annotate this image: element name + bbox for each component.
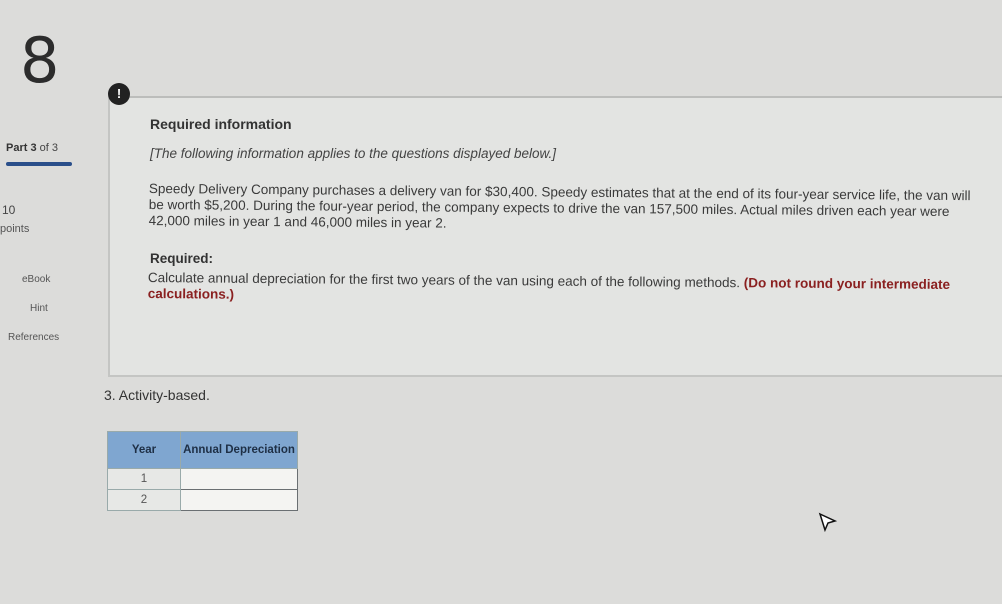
points-value: 10 [2,203,16,217]
part-indicator: Part 3 of 3 [6,142,58,154]
ebook-link[interactable]: eBook [22,274,50,285]
hint-link[interactable]: Hint [30,303,48,314]
part-label: Part [6,142,28,154]
references-link[interactable]: References [8,332,59,343]
mouse-cursor-icon [818,512,838,532]
required-info-title: Required information [150,116,292,132]
sidebar: 8 Part 3 of 3 10 points eBook Hint Refer… [0,0,92,604]
part-value: 3 [30,142,37,154]
year-column-header: Year [107,431,181,469]
annual-depreciation-column-header: Annual Depreciation [180,431,298,469]
required-heading: Required: [150,251,214,266]
required-information-panel [108,96,1002,377]
question-number: 8 [20,24,60,97]
table-header-row: Year Annual Depreciation [107,431,298,469]
year-cell: 2 [107,489,181,511]
year-cell: 1 [107,468,181,490]
part-progress-bar [6,162,72,166]
part-suffix: of 3 [39,142,59,154]
annual-depreciation-input-year-2[interactable] [180,489,298,511]
problem-paragraph: Speedy Delivery Company purchases a deli… [148,181,971,231]
depreciation-table: Year Annual Depreciation 1 2 [107,431,298,511]
table-row: 2 [107,489,298,511]
table-row: 1 [107,468,298,490]
question-label: 3. Activity-based. [104,387,210,403]
alert-icon: ! [108,83,130,105]
annual-depreciation-input-year-1[interactable] [180,468,298,490]
info-note: [The following information applies to th… [150,146,556,161]
points-label: points [0,223,30,235]
